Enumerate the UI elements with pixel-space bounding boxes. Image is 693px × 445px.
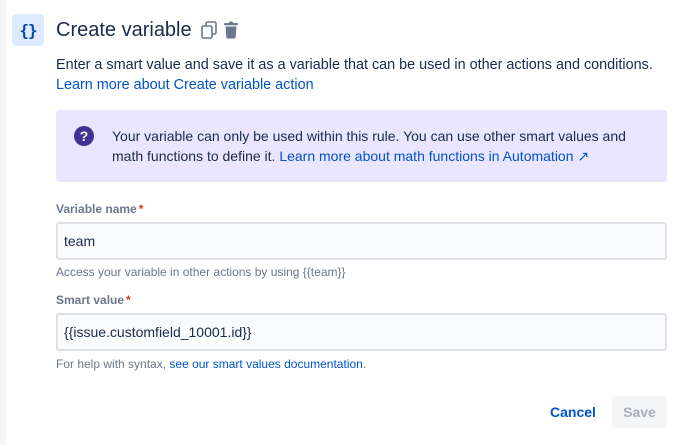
variable-name-input[interactable] — [56, 222, 667, 260]
page-title: Create variable — [56, 18, 192, 41]
required-asterisk: * — [138, 202, 144, 216]
learn-more-create-variable-link[interactable]: Learn more about Create variable action — [56, 75, 314, 95]
external-link-icon: ↗ — [577, 148, 590, 164]
variable-name-helper: Access your variable in other actions by… — [56, 265, 346, 279]
smart-value-label: Smart value * — [56, 293, 131, 307]
smart-value-label-text: Smart value — [56, 293, 125, 307]
left-gutter — [0, 0, 6, 445]
math-functions-link[interactable]: Learn more about math functions in Autom… — [279, 148, 589, 164]
cancel-button[interactable]: Cancel — [538, 396, 608, 428]
info-text: Your variable can only be used within th… — [112, 126, 657, 166]
info-panel: ? Your variable can only be used within … — [56, 110, 667, 182]
math-functions-link-label: Learn more about math functions in Autom… — [279, 148, 574, 164]
helper-period: . — [362, 357, 367, 371]
smart-value-helper: For help with syntax, see our smart valu… — [56, 357, 366, 371]
save-button[interactable]: Save — [612, 396, 667, 428]
variable-braces-icon: {} — [12, 14, 44, 46]
action-header: {} Create variable — [12, 14, 240, 46]
description: Enter a smart value and save it as a var… — [56, 55, 676, 95]
smart-value-helper-text: For help with syntax, — [56, 357, 170, 371]
variable-name-label: Variable name * — [56, 202, 143, 216]
copy-icon[interactable] — [200, 20, 218, 40]
question-circle-icon: ? — [74, 126, 94, 146]
smart-values-docs-link[interactable]: see our smart values documentation — [169, 357, 362, 371]
smart-value-input[interactable] — [56, 313, 667, 351]
variable-name-label-text: Variable name — [56, 202, 137, 216]
required-asterisk: * — [126, 293, 131, 307]
description-text: Enter a smart value and save it as a var… — [56, 57, 653, 73]
trash-icon[interactable] — [222, 20, 240, 40]
